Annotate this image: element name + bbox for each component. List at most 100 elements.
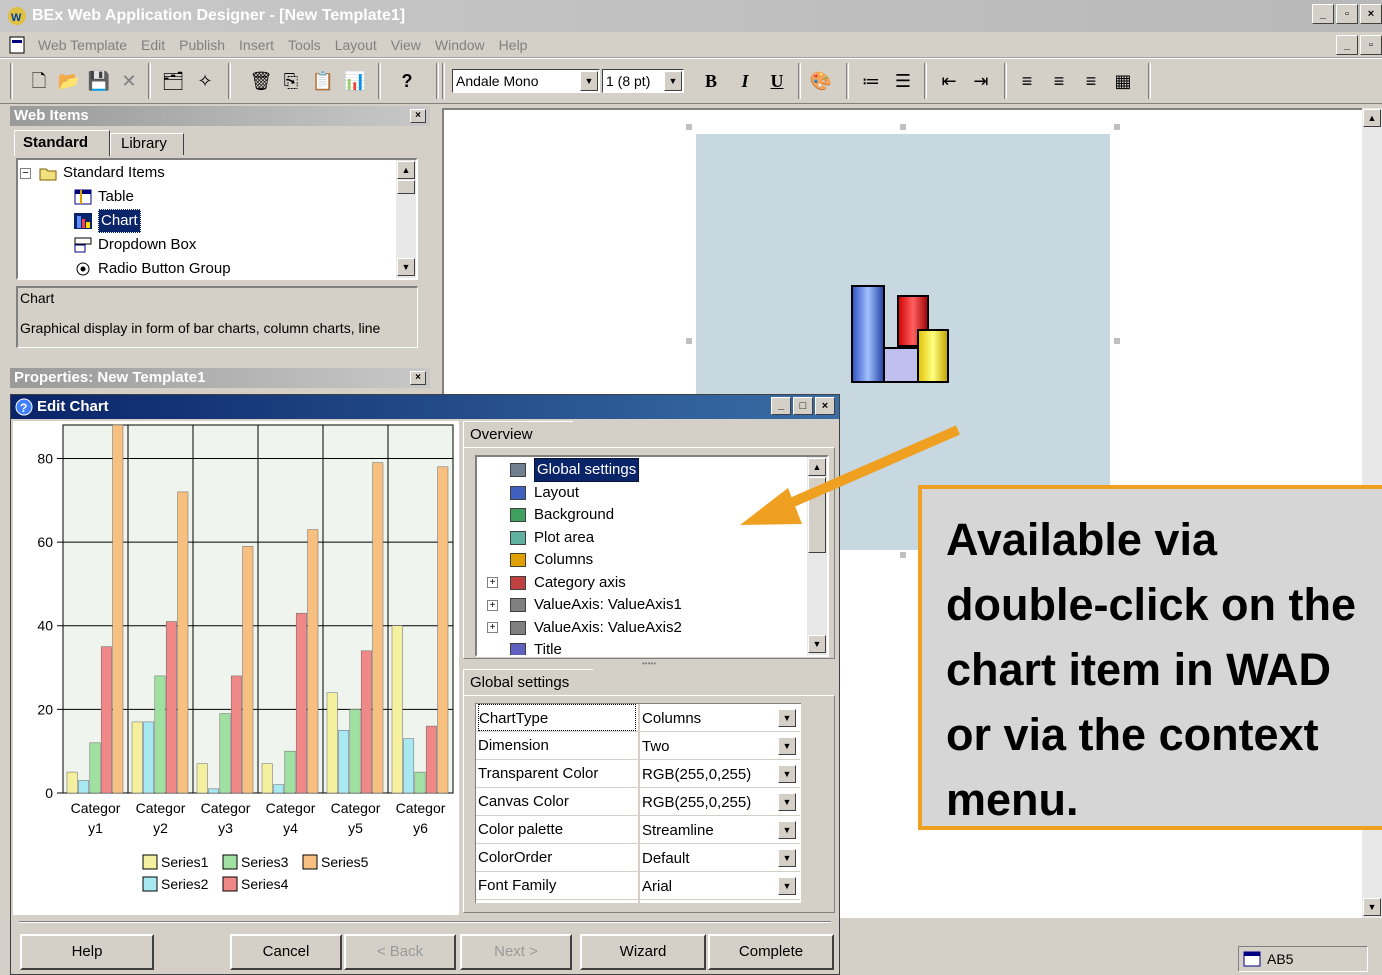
table-icon[interactable]: ▦: [1110, 67, 1136, 95]
setting-value[interactable]: Default: [642, 844, 776, 871]
scroll-down-icon[interactable]: ▼: [808, 635, 826, 653]
selection-handle[interactable]: [1114, 338, 1120, 344]
overview-item-layout[interactable]: Layout: [487, 482, 579, 504]
chart-icon[interactable]: 📊: [342, 67, 368, 95]
properties-icon[interactable]: 🗂: [160, 67, 186, 95]
delete-icon[interactable]: ✕: [116, 67, 142, 95]
setting-value[interactable]: Arial: [642, 872, 776, 899]
scroll-thumb[interactable]: [397, 180, 415, 194]
italic-button[interactable]: I: [732, 67, 758, 95]
font-size-select[interactable]: 1 (8 pt) ▼: [602, 69, 684, 93]
back-button[interactable]: < Back: [344, 934, 456, 970]
overview-item-global-settings[interactable]: Global settings: [487, 458, 640, 482]
tab-library[interactable]: Library: [110, 133, 184, 155]
bullet-list-icon[interactable]: ☰: [890, 67, 916, 95]
close-icon[interactable]: ×: [410, 109, 426, 123]
menu-window[interactable]: Window: [435, 37, 485, 53]
expand-icon[interactable]: +: [487, 577, 498, 588]
outdent-icon[interactable]: ⇤: [936, 67, 962, 95]
paste-icon[interactable]: 📋: [310, 67, 336, 95]
indent-icon[interactable]: ⇥: [968, 67, 994, 95]
tree-item-radio-button-group[interactable]: Radio Button Group: [74, 258, 231, 278]
scroll-down-icon[interactable]: ▼: [1363, 898, 1381, 916]
tree-item-dropdown-box[interactable]: Dropdown Box: [74, 234, 196, 256]
menu-layout[interactable]: Layout: [335, 37, 377, 53]
open-folder-icon[interactable]: 📂: [56, 67, 82, 95]
next-button[interactable]: Next >: [460, 934, 572, 970]
setting-value[interactable]: Two: [642, 732, 776, 759]
menu-view[interactable]: View: [391, 37, 421, 53]
numbered-list-icon[interactable]: ≔: [858, 67, 884, 95]
help-icon[interactable]: ?: [394, 67, 420, 95]
selection-handle[interactable]: [900, 124, 906, 130]
menu-edit[interactable]: Edit: [141, 37, 165, 53]
collapse-icon[interactable]: −: [20, 167, 31, 179]
chevron-down-icon[interactable]: ▼: [778, 737, 796, 755]
splitter-handle[interactable]: •••••: [463, 660, 835, 668]
copy-icon[interactable]: ⎘: [278, 67, 304, 95]
expand-icon[interactable]: +: [487, 599, 498, 611]
font-name-select[interactable]: Andale Mono ▼: [452, 69, 600, 93]
selection-handle[interactable]: [1114, 124, 1120, 130]
menu-publish[interactable]: Publish: [179, 37, 225, 53]
overview-item-plot-area[interactable]: Plot area: [487, 527, 594, 549]
overview-item-category-axis[interactable]: + Category axis: [487, 572, 626, 594]
overview-item-columns[interactable]: Columns: [487, 549, 593, 571]
underline-button[interactable]: U: [764, 67, 790, 95]
chevron-down-icon[interactable]: ▼: [778, 793, 796, 811]
chevron-down-icon[interactable]: ▼: [778, 709, 796, 727]
minimize-button[interactable]: _: [1312, 4, 1334, 24]
global-settings-tab[interactable]: Global settings: [463, 669, 593, 695]
align-left-icon[interactable]: ≡: [1014, 67, 1040, 95]
setting-value[interactable]: Streamline: [642, 816, 776, 843]
menu-web-template[interactable]: Web Template: [38, 37, 127, 53]
tree-node-standard-items[interactable]: − Standard Items: [20, 162, 165, 184]
minimize-button[interactable]: _: [771, 397, 791, 415]
scroll-up-icon[interactable]: ▲: [1363, 109, 1381, 127]
setting-value[interactable]: RGB(255,0,255): [642, 788, 776, 815]
close-button[interactable]: ×: [1360, 4, 1382, 24]
overview-item-value-axis-1[interactable]: + ValueAxis: ValueAxis1: [487, 594, 682, 616]
restore-button[interactable]: ▫: [1336, 4, 1358, 24]
tree-item-table[interactable]: Table: [74, 186, 134, 208]
chevron-down-icon[interactable]: ▼: [580, 71, 598, 91]
align-center-icon[interactable]: ≡: [1046, 67, 1072, 95]
setting-value[interactable]: RGB(255,0,255): [642, 760, 776, 787]
help-button[interactable]: Help: [20, 934, 154, 970]
tree-item-chart[interactable]: Chart: [74, 209, 141, 233]
align-right-icon[interactable]: ≡: [1078, 67, 1104, 95]
maximize-button[interactable]: □: [793, 397, 813, 415]
selection-handle[interactable]: [686, 124, 692, 130]
selection-handle[interactable]: [900, 552, 906, 558]
menu-tools[interactable]: Tools: [288, 37, 321, 53]
chevron-down-icon[interactable]: ▼: [778, 877, 796, 895]
scroll-down-icon[interactable]: ▼: [397, 258, 415, 276]
close-icon[interactable]: ×: [410, 371, 426, 385]
document-icon[interactable]: [8, 36, 26, 54]
chevron-down-icon[interactable]: ▼: [778, 765, 796, 783]
tab-standard[interactable]: Standard: [14, 130, 110, 156]
overview-item-background[interactable]: Background: [487, 504, 614, 526]
overview-tab[interactable]: Overview: [463, 421, 573, 447]
menu-insert[interactable]: Insert: [239, 37, 274, 53]
setting-value[interactable]: Columns: [642, 704, 776, 731]
bold-button[interactable]: B: [698, 67, 724, 95]
scroll-up-icon[interactable]: ▲: [397, 161, 415, 179]
color-icon[interactable]: 🎨: [808, 67, 834, 95]
wizard-icon[interactable]: ✧: [192, 67, 218, 95]
expand-icon[interactable]: +: [487, 622, 498, 633]
selection-handle[interactable]: [686, 338, 692, 344]
chevron-down-icon[interactable]: ▼: [664, 71, 682, 91]
close-button[interactable]: ×: [815, 397, 835, 415]
tree-scrollbar[interactable]: ▲ ▼: [396, 160, 416, 278]
save-icon[interactable]: 💾: [86, 67, 112, 95]
new-file-icon[interactable]: 🗋: [26, 67, 52, 95]
trash-icon[interactable]: 🗑: [248, 67, 274, 95]
chevron-down-icon[interactable]: ▼: [778, 821, 796, 839]
cancel-button[interactable]: Cancel: [230, 934, 342, 970]
wizard-button[interactable]: Wizard: [580, 934, 706, 970]
menu-help[interactable]: Help: [499, 37, 528, 53]
mdi-minimize-button[interactable]: _: [1336, 35, 1358, 55]
overview-item-value-axis-2[interactable]: + ValueAxis: ValueAxis2: [487, 617, 682, 639]
mdi-restore-button[interactable]: ▫: [1360, 35, 1382, 55]
